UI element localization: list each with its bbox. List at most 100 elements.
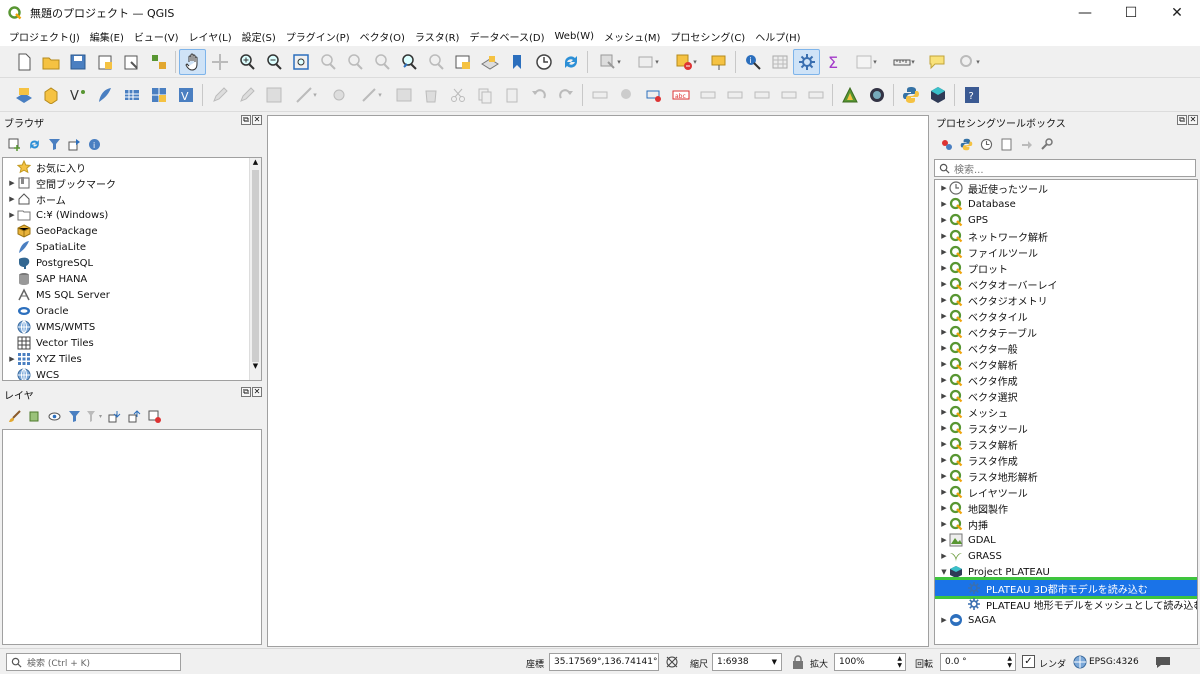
plateau-plugin-button[interactable]: [924, 82, 951, 108]
expand-arrow-icon[interactable]: ▶: [939, 296, 949, 304]
expand-arrow-icon[interactable]: ▶: [939, 616, 949, 624]
toolbox-tree-item[interactable]: ▶ ベクタテーブル: [935, 324, 1195, 340]
zoom-full-button[interactable]: [287, 49, 314, 75]
locator-button[interactable]: ▾: [950, 49, 988, 75]
vertex-tool-dropdown[interactable]: ▾: [352, 82, 390, 108]
layers-remove-button[interactable]: [144, 407, 164, 425]
browser-tree-item[interactable]: お気に入り: [3, 159, 249, 175]
layers-visibility-button[interactable]: [44, 407, 64, 425]
zoom-to-layer-button[interactable]: [341, 49, 368, 75]
toolbox-tree-item[interactable]: ▶ ネットワーク解析: [935, 228, 1195, 244]
layers-expand-button[interactable]: [104, 407, 124, 425]
redo-button[interactable]: [552, 82, 579, 108]
toolbox-tree-item[interactable]: ▶ メッシュ: [935, 404, 1195, 420]
toolbox-scripts-button[interactable]: [956, 135, 976, 153]
expand-arrow-icon[interactable]: ▶: [939, 472, 949, 480]
zoom-next-button[interactable]: [422, 49, 449, 75]
layers-float-button[interactable]: ⧉: [241, 387, 251, 397]
browser-properties-button[interactable]: i: [84, 135, 104, 153]
show-bookmarks-button[interactable]: [476, 49, 503, 75]
browser-filter-button[interactable]: [44, 135, 64, 153]
expand-arrow-icon[interactable]: ▶: [939, 424, 949, 432]
gdal-tool-button[interactable]: [836, 82, 863, 108]
layers-filter-button[interactable]: [64, 407, 84, 425]
menu-layer[interactable]: レイヤ(L): [189, 29, 232, 44]
browser-tree-item[interactable]: SAP HANA: [3, 271, 249, 287]
toolbox-tree-item[interactable]: ▶ 地図製作: [935, 500, 1195, 516]
data-source-manager-button[interactable]: [10, 82, 37, 108]
plugin-globe-button[interactable]: [863, 82, 890, 108]
menu-database[interactable]: データベース(D): [469, 29, 544, 44]
menu-view[interactable]: ビュー(V): [134, 29, 179, 44]
browser-tree-item[interactable]: PostgreSQL: [3, 255, 249, 271]
toolbox-tree-item[interactable]: ▶ ラスタ地形解析: [935, 468, 1195, 484]
menu-processing[interactable]: プロセシング(C): [670, 29, 745, 44]
processing-toolbox-button[interactable]: [793, 48, 820, 75]
pan-tool-button[interactable]: [179, 48, 206, 75]
toolbox-tree-item[interactable]: ▶ ラスタツール: [935, 420, 1195, 436]
toolbox-models-button[interactable]: [936, 135, 956, 153]
pan-to-selection-button[interactable]: [206, 49, 233, 75]
toolbox-tree-item[interactable]: ▶ ベクタ解析: [935, 356, 1195, 372]
expand-arrow-icon[interactable]: ▶: [939, 232, 949, 240]
add-spatialite-button[interactable]: [91, 82, 118, 108]
expand-arrow-icon[interactable]: ▶: [939, 328, 949, 336]
expand-arrow-icon[interactable]: ▶: [939, 264, 949, 272]
new-bookmark-button[interactable]: [449, 49, 476, 75]
label-diagram-button[interactable]: [802, 82, 829, 108]
layers-close-button[interactable]: ✕: [252, 387, 262, 397]
label-show-hide-button[interactable]: abc: [667, 82, 694, 108]
python-console-button[interactable]: [897, 82, 924, 108]
layout-manager-button[interactable]: [118, 49, 145, 75]
layers-filter-expr-button[interactable]: ▾: [84, 407, 104, 425]
current-edits-button[interactable]: [206, 82, 233, 108]
expand-arrow-icon[interactable]: ▶: [939, 184, 949, 192]
rotation-spinbox[interactable]: 0.0 ° ▲ ▼: [940, 653, 1016, 671]
close-button[interactable]: ✕: [1154, 0, 1200, 26]
toolbox-search-field[interactable]: 検索...: [934, 159, 1196, 177]
scale-combo[interactable]: 1:6938 ▼: [712, 653, 782, 671]
toolbox-tree-item[interactable]: PLATEAU 地形モデルをメッシュとして読み込む: [935, 596, 1197, 612]
expand-arrow-icon[interactable]: ▶: [7, 195, 17, 203]
refresh-button[interactable]: [557, 49, 584, 75]
toolbox-float-button[interactable]: ⧉: [1177, 115, 1187, 125]
digitize-button[interactable]: ▾: [287, 82, 325, 108]
toolbox-tree-item[interactable]: ▶ ベクタオーバーレイ: [935, 276, 1195, 292]
extents-icon[interactable]: [664, 654, 680, 670]
toolbox-tree-item[interactable]: ▶ ファイルツール: [935, 244, 1195, 260]
browser-tree-item[interactable]: Vector Tiles: [3, 335, 249, 351]
maximize-button[interactable]: ☐: [1108, 0, 1154, 26]
menu-project[interactable]: プロジェクト(J): [9, 29, 80, 44]
browser-tree-item[interactable]: ▶ 空間ブックマーク: [3, 175, 249, 191]
undo-button[interactable]: [525, 82, 552, 108]
minimize-button[interactable]: —: [1062, 0, 1108, 26]
modify-attributes-button[interactable]: [390, 82, 417, 108]
expand-arrow-icon[interactable]: ▶: [939, 552, 949, 560]
measure-button[interactable]: ▾: [885, 49, 923, 75]
browser-add-selected-button[interactable]: [4, 135, 24, 153]
save-project-button[interactable]: [64, 49, 91, 75]
vertex-tool-button[interactable]: [325, 82, 352, 108]
browser-tree-item[interactable]: GeoPackage: [3, 223, 249, 239]
toolbox-tree-item[interactable]: ▶ プロット: [935, 260, 1195, 276]
copy-features-button[interactable]: [471, 82, 498, 108]
deselect-features-button[interactable]: ▾: [667, 49, 705, 75]
new-layer-button[interactable]: [37, 82, 64, 108]
expand-arrow-icon[interactable]: ▶: [7, 179, 17, 187]
toolbox-tree-item[interactable]: ▶ GPS: [935, 212, 1195, 228]
expand-arrow-icon[interactable]: ▶: [939, 488, 949, 496]
layers-tree[interactable]: [2, 429, 262, 645]
cut-features-button[interactable]: [444, 82, 471, 108]
expand-arrow-icon[interactable]: ▶: [939, 280, 949, 288]
new-project-button[interactable]: [10, 49, 37, 75]
label-rotate-button[interactable]: [721, 82, 748, 108]
toolbox-results-button[interactable]: [996, 135, 1016, 153]
expand-arrow-icon[interactable]: ▶: [939, 248, 949, 256]
toolbox-tree-item[interactable]: ▶ ベクタジオメトリ: [935, 292, 1195, 308]
label-move-button[interactable]: [694, 82, 721, 108]
add-raster-button[interactable]: [118, 82, 145, 108]
browser-tree-item[interactable]: SpatiaLite: [3, 239, 249, 255]
expand-arrow-icon[interactable]: ▶: [939, 408, 949, 416]
browser-tree-item[interactable]: Oracle: [3, 303, 249, 319]
toolbox-tree-item[interactable]: ▶ レイヤツール: [935, 484, 1195, 500]
